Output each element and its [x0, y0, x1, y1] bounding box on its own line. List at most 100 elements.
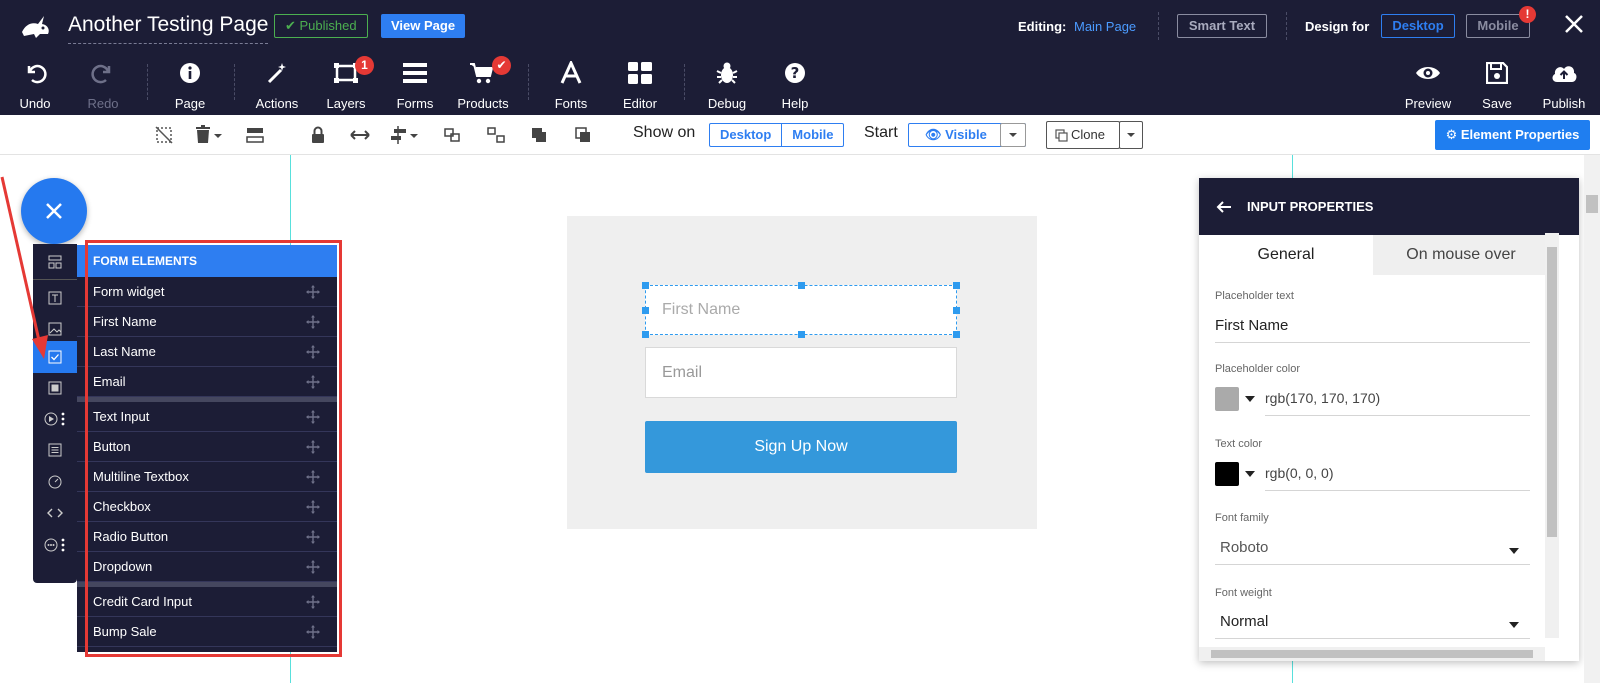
rail-code[interactable] [33, 497, 77, 529]
rail-video[interactable] [33, 403, 77, 435]
forms-button[interactable]: Forms [380, 58, 450, 111]
resize-handle[interactable] [798, 282, 805, 289]
input-properties-title: INPUT PROPERTIES [1199, 178, 1579, 235]
chevron-down-icon [1009, 133, 1017, 137]
rail-timer[interactable] [33, 466, 77, 498]
floppy-disk-icon [1486, 62, 1508, 84]
lock-icon[interactable] [307, 124, 329, 146]
font-icon [560, 61, 582, 84]
help-icon: ? [785, 63, 805, 83]
scroll-thumb[interactable] [1547, 247, 1557, 537]
clone-button[interactable]: Clone [1046, 121, 1120, 149]
editor-button[interactable]: Editor [605, 58, 675, 111]
fonts-button[interactable]: Fonts [536, 58, 606, 111]
chevron-down-icon [1509, 622, 1519, 628]
font-weight-select[interactable]: Normal [1215, 609, 1530, 639]
sign-up-button[interactable]: Sign Up Now [645, 421, 957, 473]
trash-icon[interactable] [192, 124, 214, 146]
layers-button[interactable]: Layers 1 [311, 56, 381, 111]
mobile-alert-badge: ! [1519, 6, 1536, 23]
visible-label: Visible [945, 127, 987, 142]
placeholder-text-input[interactable]: First Name [1215, 313, 1530, 343]
resize-handle[interactable] [798, 331, 805, 338]
resize-handle[interactable] [642, 282, 649, 289]
products-button[interactable]: Products ✔ [448, 56, 518, 111]
show-on-mobile-button[interactable]: Mobile [781, 124, 843, 146]
chevron-down-icon[interactable] [408, 124, 420, 146]
scroll-thumb[interactable] [1211, 650, 1533, 658]
design-desktop-button[interactable]: Desktop [1381, 14, 1455, 38]
fonts-label: Fonts [554, 96, 588, 111]
resize-handle[interactable] [642, 331, 649, 338]
publish-button[interactable]: Publish [1529, 58, 1599, 111]
page-title[interactable]: Another Testing Page [68, 13, 269, 44]
page-scrollbar[interactable] [1584, 155, 1600, 683]
send-backward-icon[interactable] [572, 124, 594, 146]
resize-handle[interactable] [642, 307, 649, 314]
close-icon[interactable] [1562, 12, 1586, 36]
placeholder-color-input[interactable]: rgb(170, 170, 170) [1265, 386, 1530, 416]
cloud-upload-icon [1552, 66, 1577, 82]
actions-button[interactable]: Actions [242, 58, 312, 111]
align-icon[interactable] [388, 124, 410, 146]
smart-text-button[interactable]: Smart Text [1177, 14, 1267, 38]
deselect-icon[interactable] [153, 124, 175, 146]
redo-button[interactable]: Redo [68, 58, 138, 111]
rail-more[interactable] [33, 529, 77, 561]
chevron-down-icon[interactable] [1245, 396, 1255, 402]
font-family-label: Font family [1215, 512, 1269, 524]
email-input[interactable]: Email [645, 347, 957, 398]
rabbit-logo-icon[interactable] [18, 10, 52, 40]
placeholder-color-swatch[interactable] [1215, 387, 1239, 411]
clone-dropdown-button[interactable] [1119, 121, 1143, 149]
save-button[interactable]: Save [1462, 58, 1532, 111]
split-horizontal-icon[interactable] [244, 124, 266, 146]
debug-label: Debug [707, 96, 747, 111]
divider [684, 64, 685, 100]
font-family-select[interactable]: Roboto [1215, 535, 1530, 565]
chevron-down-icon[interactable] [212, 124, 224, 146]
properties-horizontal-scrollbar[interactable] [1199, 647, 1545, 661]
help-button[interactable]: ? Help [760, 58, 830, 111]
resize-handle[interactable] [953, 331, 960, 338]
stretch-width-icon[interactable] [349, 124, 371, 146]
resize-handle[interactable] [953, 282, 960, 289]
check-icon: ✔ [285, 18, 300, 33]
undo-button[interactable]: Undo [0, 58, 70, 111]
visible-dropdown-button[interactable] [1000, 123, 1026, 147]
properties-scrollbar[interactable] [1545, 233, 1559, 638]
text-color-swatch[interactable] [1215, 462, 1239, 486]
element-properties-button[interactable]: ⚙ Element Properties [1435, 120, 1590, 150]
show-on-toggle: Desktop Mobile [709, 123, 845, 147]
rail-box[interactable] [33, 372, 77, 404]
text-color-label: Text color [1215, 438, 1263, 450]
page-label: Page [174, 96, 206, 111]
products-label: Products [457, 96, 509, 111]
annotation-arrow-icon [0, 176, 48, 359]
bring-forward-icon[interactable] [528, 124, 550, 146]
preview-button[interactable]: Preview [1393, 58, 1463, 111]
debug-button[interactable]: Debug [692, 58, 762, 111]
chevron-down-icon[interactable] [1245, 471, 1255, 477]
published-badge[interactable]: ✔ Published [274, 14, 368, 38]
ungroup-icon[interactable] [485, 124, 507, 146]
tab-on-mouse-over[interactable]: On mouse over [1373, 235, 1549, 275]
editing-page-link[interactable]: Main Page [1074, 19, 1136, 34]
eye-icon: 👁 [925, 127, 946, 142]
svg-text:?: ? [791, 64, 800, 82]
divider [147, 64, 148, 100]
first-name-input[interactable]: First Name [645, 285, 957, 335]
group-icon[interactable] [441, 124, 463, 146]
box-icon [48, 381, 62, 395]
divider [234, 64, 235, 100]
view-page-button[interactable]: View Page [381, 14, 466, 38]
rail-list[interactable] [33, 434, 77, 466]
arrow-left-icon[interactable] [1215, 198, 1233, 216]
tab-general[interactable]: General [1199, 235, 1373, 275]
page-button[interactable]: Page [155, 58, 225, 111]
show-on-desktop-button[interactable]: Desktop [710, 124, 781, 146]
scroll-thumb[interactable] [1586, 195, 1598, 213]
text-color-input[interactable]: rgb(0, 0, 0) [1265, 461, 1530, 491]
resize-handle[interactable] [953, 307, 960, 314]
placeholder-color-label: Placeholder color [1215, 363, 1300, 375]
